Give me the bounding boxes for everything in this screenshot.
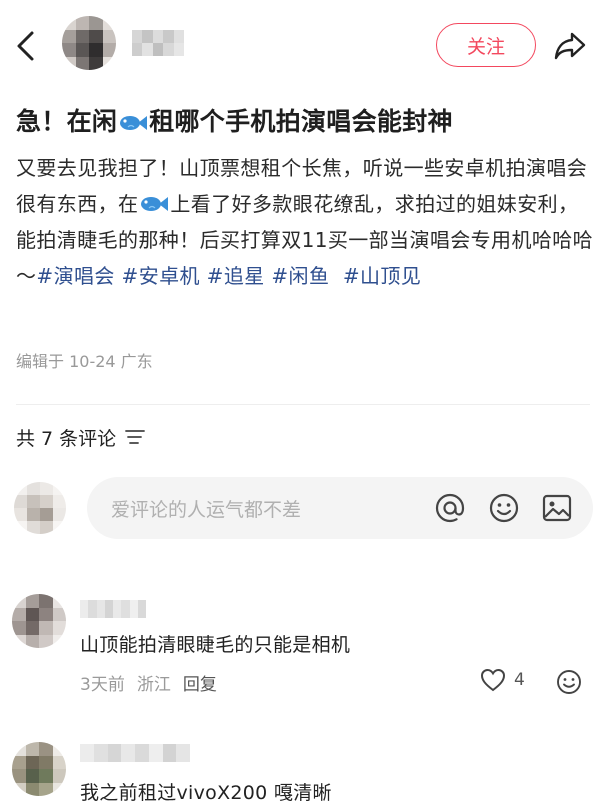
mention-button[interactable] xyxy=(433,491,467,525)
comment-count: 共 7 条评论 xyxy=(16,427,117,450)
emoji-button[interactable] xyxy=(487,491,521,525)
share-button[interactable] xyxy=(550,26,590,66)
hashtag-link[interactable]: #演唱会 xyxy=(36,264,114,288)
divider xyxy=(16,404,590,405)
my-avatar xyxy=(14,482,66,534)
heart-icon xyxy=(480,668,506,692)
comment-input-placeholder: 爱评论的人运气都不差 xyxy=(111,499,302,521)
commenter-avatar[interactable] xyxy=(12,742,66,796)
comment-text: 山顶能拍清眼睫毛的只能是相机 xyxy=(80,634,351,656)
post-title: 急！在闲 租哪个手机拍演唱会能封神 xyxy=(16,104,596,140)
sort-icon[interactable] xyxy=(124,428,146,446)
like-button[interactable]: 4 xyxy=(480,668,525,692)
hashtag-link[interactable]: #安卓机 xyxy=(122,264,200,288)
comment-meta: 3天前 浙江 回复 xyxy=(80,670,217,695)
hashtag-link[interactable]: #山顶见 xyxy=(343,264,421,288)
commenter-avatar[interactable] xyxy=(12,594,66,648)
comments-heading[interactable]: 共 7 条评论 xyxy=(16,422,146,452)
back-button[interactable] xyxy=(6,24,46,68)
follow-button[interactable]: 关注 xyxy=(436,23,536,67)
reply-button[interactable]: 回复 xyxy=(183,670,217,695)
hashtag-link[interactable]: #闲鱼 xyxy=(271,264,329,288)
chevron-left-icon xyxy=(17,31,34,61)
hashtag-link[interactable]: #追星 xyxy=(207,264,265,288)
emoji-icon xyxy=(489,493,519,523)
image-icon xyxy=(542,494,572,522)
emoji-react-icon[interactable] xyxy=(556,669,582,695)
like-count: 4 xyxy=(514,670,525,690)
author-avatar[interactable] xyxy=(62,16,116,70)
comment-input[interactable]: 爱评论的人运气都不差 xyxy=(87,477,593,539)
at-icon xyxy=(435,493,465,523)
post-title-part1: 急！在闲 xyxy=(16,107,118,136)
post-edit-info: 编辑于 10-24 广东 xyxy=(16,352,153,371)
post-body: 又要去见我担了！山顶票想租个长焦，听说一些安卓机拍演唱会很有东西，在 上看了好多款… xyxy=(16,150,596,294)
comment-time: 3天前 xyxy=(80,675,125,695)
author-name-blurred[interactable] xyxy=(132,30,184,56)
commenter-name-blurred[interactable] xyxy=(80,600,146,618)
post-title-part2: 租哪个手机拍演唱会能封神 xyxy=(149,107,453,136)
comment-text: 我之前租过vivoX200 嘎清晰 xyxy=(80,782,332,804)
fish-icon xyxy=(141,197,169,211)
fish-icon xyxy=(120,116,148,130)
share-icon xyxy=(554,32,586,60)
top-bar: 关注 xyxy=(0,0,606,92)
comment-location: 浙江 xyxy=(136,675,171,695)
image-button[interactable] xyxy=(540,491,574,525)
commenter-name-blurred[interactable] xyxy=(80,744,190,762)
